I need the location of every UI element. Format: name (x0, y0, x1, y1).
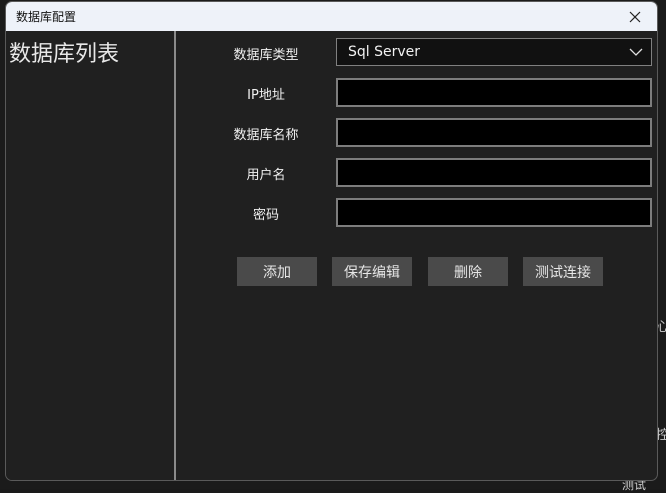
ip-address-input[interactable] (336, 78, 652, 107)
db-type-selected-value: Sql Server (348, 44, 421, 60)
chevron-down-icon (629, 48, 643, 56)
db-name-input[interactable] (336, 118, 652, 147)
title-bar[interactable]: 数据库配置 (6, 2, 657, 31)
add-button[interactable]: 添加 (237, 257, 317, 286)
db-type-label: 数据库类型 (233, 48, 299, 63)
db-name-label: 数据库名称 (233, 128, 299, 143)
panel-divider[interactable] (174, 31, 176, 480)
database-list-title: 数据库列表 (9, 42, 120, 67)
database-list-panel[interactable]: 数据库列表 (6, 31, 174, 480)
db-type-select[interactable]: Sql Server (336, 38, 652, 66)
window-title: 数据库配置 (16, 10, 77, 24)
db-config-window: 数据库配置 数据库列表 数据库类型 Sql Server IP地址 数据库名称 … (5, 1, 658, 481)
username-input[interactable] (336, 158, 652, 187)
test-connection-button[interactable]: 测试连接 (523, 257, 603, 286)
ip-address-label: IP地址 (247, 88, 285, 103)
save-edit-button[interactable]: 保存编辑 (332, 257, 412, 286)
close-button[interactable] (613, 2, 657, 31)
password-label: 密码 (252, 208, 279, 223)
close-icon (629, 11, 641, 22)
delete-button[interactable]: 删除 (428, 257, 508, 286)
password-input[interactable] (336, 198, 652, 227)
username-label: 用户名 (246, 168, 286, 183)
